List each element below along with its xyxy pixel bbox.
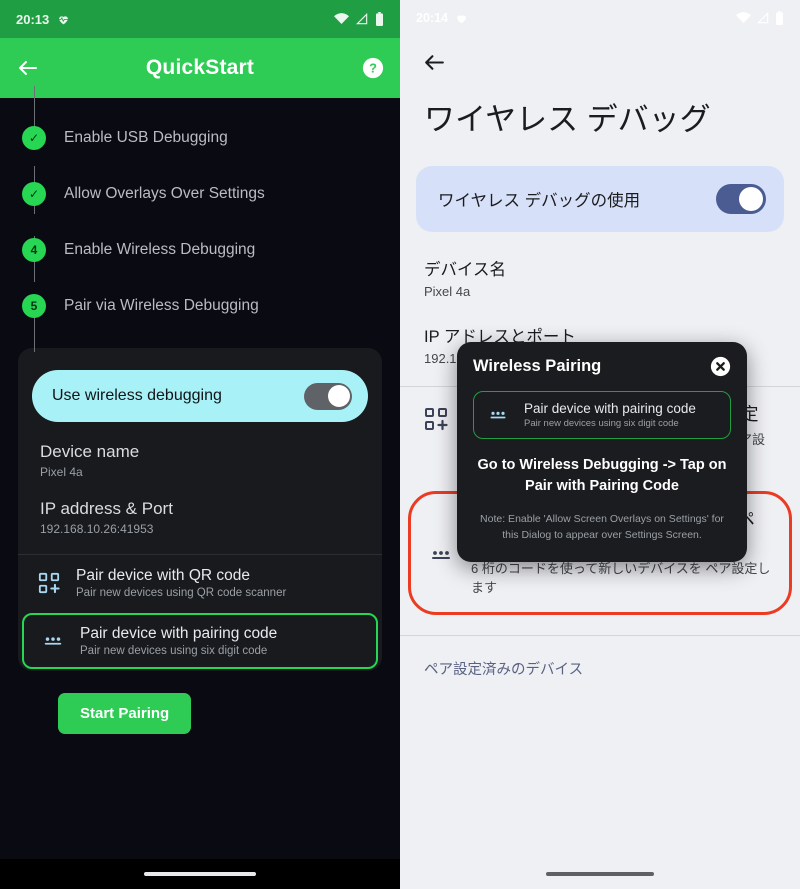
pair-with-pairing-code-option[interactable]: Pair device with pairing code Pair new d… (22, 613, 378, 669)
help-circle-icon[interactable]: ? (362, 57, 384, 79)
svg-text:?: ? (369, 61, 377, 76)
settings-page-title: ワイヤレス デバッグ (424, 102, 711, 137)
back-arrow-icon[interactable] (400, 36, 800, 75)
option-subtitle: Pair new devices using six digit code (80, 645, 268, 657)
dialog-note: Note: Enable 'Allow Screen Overlays on S… (480, 513, 724, 542)
device-name-block: デバイス名 Pixel 4a (400, 232, 800, 299)
step-item-enable-usb-debugging[interactable]: ✓ Enable USB Debugging (0, 110, 400, 166)
option-subtitle: Pair new devices using QR code scanner (76, 587, 287, 599)
left-status-right (334, 12, 384, 26)
device-name-block: Device name Pixel 4a (18, 422, 382, 479)
start-pairing-button[interactable]: Start Pairing (58, 693, 192, 734)
device-name-value: Pixel 4a (40, 465, 83, 479)
ip-address-label: IP address & Port (40, 499, 173, 518)
page-title: QuickStart (145, 56, 255, 79)
left-app-bar: QuickStart ? (0, 38, 400, 98)
step-label: Enable USB Debugging (64, 129, 228, 146)
option-title: Pair device with QR code (76, 567, 251, 584)
home-indicator[interactable] (546, 872, 654, 876)
toggle-label: ワイヤレス デバッグの使用 (438, 191, 641, 210)
pairing-code-dots-icon (42, 630, 64, 652)
back-arrow-icon[interactable] (16, 56, 40, 80)
wifi-icon (736, 12, 751, 24)
dual-phone-screenshot: 20:13 QuickStart ? ✓ Enable USB Debuggin… (0, 0, 800, 889)
close-circle-icon[interactable] (710, 356, 731, 377)
step-marker: 4 (22, 238, 46, 262)
wifi-icon (334, 13, 349, 25)
heart-pulse-icon (57, 13, 70, 26)
battery-icon (375, 12, 384, 26)
toggle-label: Use wireless debugging (52, 387, 222, 404)
wireless-debugging-preview-card: Use wireless debugging Device name Pixel… (18, 348, 382, 671)
left-status-time: 20:13 (16, 11, 50, 27)
right-status-right (736, 11, 784, 25)
use-wireless-debugging-toggle-row[interactable]: Use wireless debugging (32, 370, 368, 422)
step-marker: ✓ (22, 126, 46, 150)
signal-icon (355, 13, 369, 25)
dialog-pairing-code-option[interactable]: Pair device with pairing code Pair new d… (473, 391, 731, 439)
step-item-enable-wireless-debugging[interactable]: 4 Enable Wireless Debugging (0, 222, 400, 278)
right-status-bar: 20:14 (400, 0, 800, 36)
step-label: Enable Wireless Debugging (64, 241, 256, 258)
step-label: Pair via Wireless Debugging (64, 297, 259, 314)
option-subtitle: 6 桁のコードを使って新しいデバイスを ペア設定します (471, 561, 771, 596)
pairing-code-dots-icon (488, 405, 508, 425)
step-label: Allow Overlays Over Settings (64, 185, 265, 202)
device-name-label: デバイス名 (424, 260, 507, 279)
toggle-switch[interactable] (304, 382, 352, 410)
wireless-pairing-dialog: Wireless Pairing Pair device with pairin… (457, 342, 747, 562)
right-status-left: 20:14 (416, 11, 468, 25)
left-status-left: 20:13 (16, 12, 70, 27)
left-status-bar: 20:13 (0, 0, 400, 38)
ip-address-value: 192.168.10.26:41953 (40, 522, 154, 536)
use-wireless-debugging-toggle-row[interactable]: ワイヤレス デバッグの使用 (416, 165, 784, 232)
setup-steps-list: ✓ Enable USB Debugging ✓ Allow Overlays … (0, 86, 400, 352)
dialog-instruction: Go to Wireless Debugging -> Tap on Pair … (477, 457, 727, 495)
right-phone-screen: 20:14 ワイヤレス デバッグ ワイヤレス デバッグの使用 デバイス名 Pix… (400, 0, 800, 889)
option-subtitle: Pair new devices using six digit code (524, 418, 679, 429)
device-name-value: Pixel 4a (424, 283, 471, 299)
battery-icon (775, 11, 784, 25)
ip-address-block: IP address & Port 192.168.10.26:41953 (18, 479, 382, 536)
dialog-title: Wireless Pairing (473, 357, 602, 375)
toggle-switch[interactable] (716, 183, 766, 214)
option-title: Pair device with pairing code (524, 401, 696, 416)
qr-code-plus-icon (38, 572, 60, 594)
step-marker: ✓ (22, 182, 46, 206)
pairing-code-dots-icon (429, 539, 453, 567)
right-status-time: 20:14 (416, 11, 448, 25)
step-marker: 5 (22, 294, 46, 318)
right-home-indicator-bar (400, 859, 800, 889)
pair-with-qr-code-option[interactable]: Pair device with QR code Pair new device… (18, 555, 382, 611)
step-item-allow-overlays[interactable]: ✓ Allow Overlays Over Settings (0, 166, 400, 222)
option-title: Pair device with pairing code (80, 625, 278, 642)
heart-pulse-icon (455, 12, 468, 25)
signal-icon (756, 12, 770, 24)
left-phone-screen: 20:13 QuickStart ? ✓ Enable USB Debuggin… (0, 0, 400, 889)
dialog-header: Wireless Pairing (473, 356, 731, 377)
device-name-label: Device name (40, 442, 140, 461)
step-item-pair-via-wireless-debugging[interactable]: 5 Pair via Wireless Debugging (0, 278, 400, 334)
paired-devices-link[interactable]: ペア設定済みのデバイス (400, 636, 800, 679)
qr-code-plus-icon (424, 403, 448, 469)
home-indicator[interactable] (144, 872, 256, 876)
left-home-indicator-bar (0, 859, 400, 889)
